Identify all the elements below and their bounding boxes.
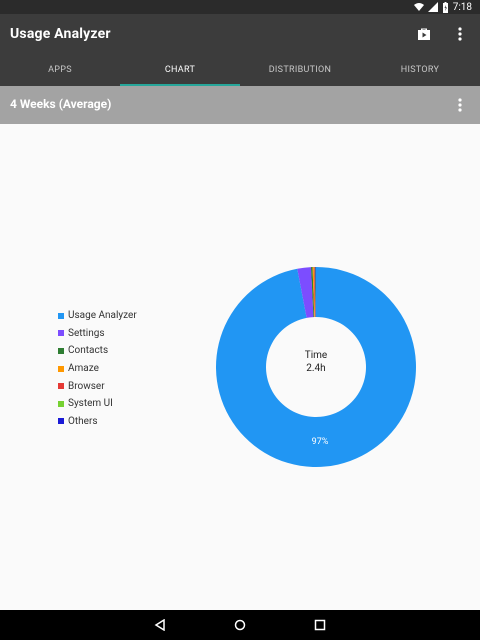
legend-swatch (58, 347, 64, 354)
legend-swatch (58, 418, 64, 425)
period-bar: 4 Weeks (Average) (0, 86, 480, 124)
back-icon[interactable] (150, 615, 170, 635)
overflow-menu-icon[interactable] (450, 24, 470, 44)
chart-center-value: 2.4h (306, 363, 326, 374)
legend-item: Usage Analyzer (58, 307, 137, 325)
signal-icon (427, 2, 438, 12)
status-bar: 7:18 (0, 0, 480, 14)
legend-label: Amaze (68, 363, 99, 375)
tab-distribution[interactable]: DISTRIBUTION (240, 56, 360, 86)
legend-label: Others (68, 415, 98, 427)
tab-history[interactable]: HISTORY (360, 56, 480, 86)
recents-icon[interactable] (310, 615, 330, 635)
legend-label: System UI (68, 398, 113, 410)
legend-item: System UI (58, 395, 137, 413)
legend-swatch (58, 383, 64, 390)
tab-chart[interactable]: CHART (120, 56, 240, 86)
legend-item: Browser (58, 377, 137, 395)
period-menu-icon[interactable] (450, 95, 470, 115)
tab-apps[interactable]: APPS (0, 56, 120, 86)
legend-item: Contacts (58, 342, 137, 360)
legend-label: Settings (68, 327, 105, 339)
slice-percent-label: 97% (311, 437, 329, 447)
legend-swatch (58, 312, 64, 319)
app-bar-actions (414, 24, 470, 44)
wifi-icon (413, 3, 424, 11)
app-title: Usage Analyzer (10, 26, 111, 42)
legend-item: Others (58, 413, 137, 431)
chart-center-title: Time (304, 350, 328, 361)
navigation-bar (0, 610, 480, 640)
legend-label: Contacts (68, 345, 109, 357)
tab-bar: APPS CHART DISTRIBUTION HISTORY (0, 56, 480, 86)
chart-content: Usage Analyzer Settings Contacts Amaze Brows… (0, 124, 480, 610)
app-bar: Usage Analyzer (0, 14, 480, 56)
legend-label: Browser (68, 380, 105, 392)
legend-swatch (58, 365, 64, 372)
status-time: 7:18 (452, 1, 472, 13)
battery-icon (442, 1, 448, 13)
legend-swatch (58, 400, 64, 407)
legend-item: Settings (58, 325, 137, 343)
store-icon[interactable] (414, 24, 434, 44)
legend-swatch (58, 330, 64, 337)
period-label: 4 Weeks (Average) (10, 97, 112, 111)
chart-center-label: Time 2.4h (266, 349, 366, 375)
legend-item: Amaze (58, 360, 137, 378)
home-icon[interactable] (230, 615, 250, 635)
chart-legend: Usage Analyzer Settings Contacts Amaze Brows… (58, 307, 137, 430)
status-icons: 7:18 (413, 0, 472, 14)
legend-label: Usage Analyzer (68, 310, 137, 322)
